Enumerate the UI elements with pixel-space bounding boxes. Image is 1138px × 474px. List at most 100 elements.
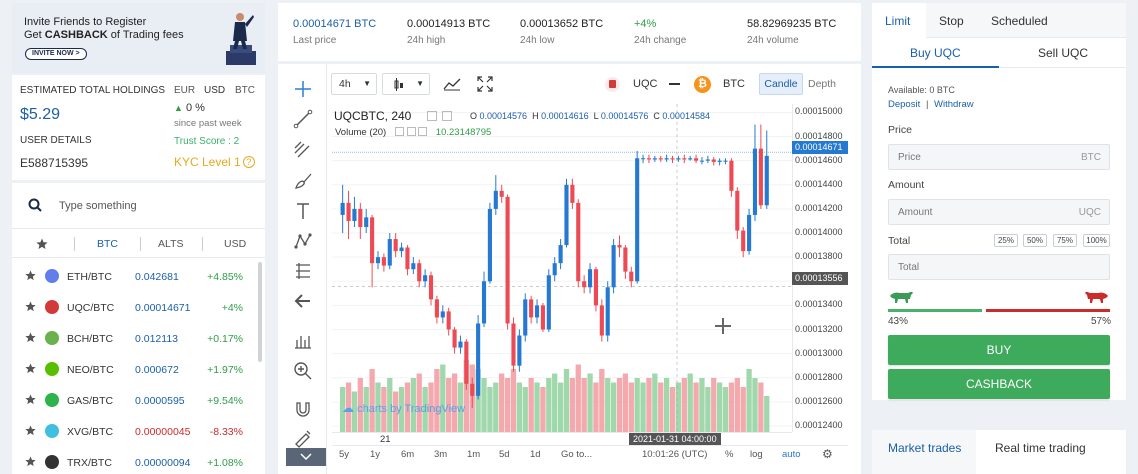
star-icon[interactable] [25,394,36,405]
search-input[interactable]: Type something [59,200,137,212]
pattern-icon[interactable] [292,230,314,252]
lock-drawing-icon[interactable] [292,426,314,448]
crosshair-icon[interactable] [292,78,314,100]
volume-bar [681,378,687,432]
market-scrollbar[interactable] [258,262,262,362]
tab-btc[interactable]: BTC [97,238,118,250]
range-3m[interactable]: 3m [434,449,447,460]
star-icon[interactable] [25,456,36,467]
goto-button[interactable]: Go to... [561,449,592,460]
range-5d[interactable]: 5d [499,449,510,460]
zoom-in-icon[interactable] [292,360,314,382]
cashback-button[interactable]: CASHBACK [888,369,1110,399]
star-icon[interactable] [25,332,36,343]
close-icon[interactable] [418,127,428,136]
bull-percentage: 43% [888,316,909,327]
tab-usd[interactable]: USD [224,238,246,250]
fib-tool-icon[interactable] [292,139,314,161]
pair-price: 0.00000045 [135,426,191,438]
star-icon[interactable] [25,363,36,374]
market-search[interactable]: Type something [12,183,265,229]
percent-toggle[interactable]: % [725,449,733,460]
market-row[interactable]: ETH/BTC 0.042681 +4.85% [12,261,265,292]
currency-usd[interactable]: USD [204,85,225,96]
tab-alts[interactable]: ALTS [158,238,183,250]
magnet-icon[interactable] [292,398,314,420]
withdraw-link[interactable]: Withdraw [934,99,974,110]
currency-eur[interactable]: EUR [174,85,195,96]
tab-divider [140,237,141,251]
pair-name: NEO/BTC [67,364,114,376]
market-row[interactable]: NEO/BTC 0.000672 +1.97% [12,354,265,385]
text-tool-icon[interactable] [292,200,314,222]
promo-banner[interactable]: Invite Friends to Register Get CASHBACK … [12,3,265,73]
tab-buy-uqc[interactable]: Buy UQC [910,46,961,60]
market-row[interactable]: TRX/BTC 0.00000094 +1.08% [12,447,265,474]
range-1y[interactable]: 1y [370,449,380,460]
auto-toggle[interactable]: auto [782,449,801,460]
chart-style-select[interactable]: ▼ [382,73,430,95]
tab-scheduled[interactable]: Scheduled [991,14,1048,28]
candlestick-chart[interactable] [332,104,792,432]
interval-select[interactable]: 4h ▼ [331,73,377,95]
price-tick: 0.00013200 [795,323,843,334]
star-icon[interactable] [25,425,36,436]
measure-icon[interactable] [292,330,314,352]
range-1d[interactable]: 1d [530,449,541,460]
buy-button[interactable]: BUY [888,335,1110,365]
candle-body [381,257,386,266]
pct-100-button[interactable]: 100% [1083,234,1110,247]
pct-25-button[interactable]: 25% [994,234,1018,247]
market-row[interactable]: UQC/BTC 0.00014671 +4% [12,292,265,323]
range-6m[interactable]: 6m [401,449,414,460]
tab-market-trades[interactable]: Market trades [888,441,961,455]
eye-icon[interactable] [426,111,437,121]
symbol-legend: UQCBTC, 240 [334,109,453,123]
volume-bar [752,378,758,432]
tab-limit[interactable]: Limit [885,14,910,28]
eth-coin-icon [45,269,59,283]
trend-line-icon[interactable] [292,108,314,130]
market-row[interactable]: BCH/BTC 0.012113 +0.17% [12,323,265,354]
time-axis[interactable]: 21 2021-01-31 04:00:00 [332,432,792,445]
gear-icon[interactable]: ⚙ [822,447,833,461]
settings-icon[interactable] [442,111,453,121]
prediction-icon[interactable] [292,260,314,282]
brush-icon[interactable] [292,170,314,192]
candle-view-button[interactable]: Candle [759,73,803,95]
pct-75-button[interactable]: 75% [1053,234,1077,247]
arrow-left-icon[interactable] [292,290,314,312]
volume-bar [716,382,723,432]
depth-view-button[interactable]: Depth [808,73,836,95]
price-field[interactable]: Price BTC [888,144,1110,170]
pct-50-button[interactable]: 50% [1023,234,1047,247]
kyc-level[interactable]: KYC Level 1? [174,155,255,169]
range-1m[interactable]: 1m [467,449,480,460]
fullscreen-icon[interactable] [477,76,493,92]
tab-real-time-trading[interactable]: Real time trading [995,441,1086,455]
invite-now-button[interactable]: INVITE NOW > [25,48,87,60]
gas-coin-icon [45,393,59,407]
deposit-link[interactable]: Deposit [888,99,920,110]
question-icon[interactable]: ? [242,156,255,168]
star-icon[interactable] [36,238,48,250]
candle-body [346,202,351,221]
toolbar-collapse-button[interactable] [286,448,326,466]
amount-field[interactable]: Amount UQC [888,199,1110,225]
pair-price: 0.012113 [135,333,179,345]
market-row[interactable]: XVG/BTC 0.00000045 -8.33% [12,416,265,447]
settings-icon[interactable] [406,127,416,136]
market-row[interactable]: GAS/BTC 0.0000595 +9.54% [12,385,265,416]
tab-stop[interactable]: Stop [939,14,964,28]
star-icon[interactable] [25,301,36,312]
eye-icon[interactable] [394,127,404,136]
currency-btc[interactable]: BTC [235,85,255,96]
tab-sell-uqc[interactable]: Sell UQC [1038,46,1088,60]
log-toggle[interactable]: log [750,449,763,460]
total-field[interactable]: Total [888,254,1110,280]
star-icon[interactable] [25,270,36,281]
indicators-icon[interactable] [443,77,461,91]
range-5y[interactable]: 5y [339,449,349,460]
price-chart[interactable]: UQCBTC, 240 O 0.00014576 H 0.00014616 L … [332,104,792,432]
chart-symbol: UQCBTC, 240 [334,109,412,123]
